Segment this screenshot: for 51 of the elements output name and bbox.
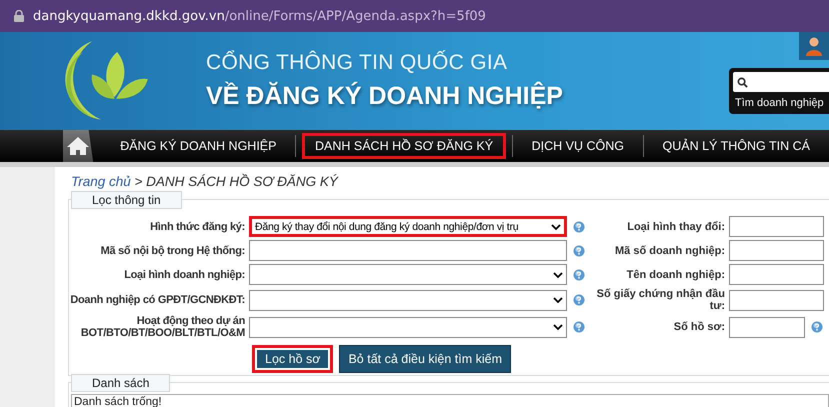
breadcrumb-current: > DANH SÁCH HỒ SƠ ĐĂNG KÝ [134, 174, 338, 189]
help-icon[interactable] [573, 268, 585, 280]
nav-item[interactable]: ĐĂNG KÝ DOANH NGHIỆP [107, 133, 290, 159]
search-icon [737, 76, 748, 88]
help-icon[interactable] [811, 321, 823, 333]
text-field[interactable] [729, 264, 824, 285]
chevron-down-icon [553, 297, 563, 303]
field-label: Loại hình thay đổi: [626, 220, 726, 232]
filter-legend: Lọc thông tin [71, 191, 182, 209]
help-icon[interactable] [573, 244, 585, 256]
field-label: Loại hình doanh nghiệp: [123, 268, 246, 280]
filter-button[interactable]: Bỏ tất cả điều kiện tìm kiếm [339, 345, 511, 373]
filter-button[interactable]: Lọc hồ sơ [252, 345, 334, 373]
field-label: Số hồ sơ: [672, 321, 726, 333]
help-icon[interactable] [573, 294, 585, 306]
address-bar[interactable]: dangkyquamang.dkkd.gov.vn/online/Forms/APP/Agenda.aspx?h=5f09 [0, 0, 829, 32]
lock-icon [14, 10, 24, 22]
help-icon[interactable] [573, 321, 585, 333]
field-label: Hoạt động theo dự án BOT/BTO/BT/BOO/BLT/BTL/O&M [80, 315, 246, 339]
field-label: Số giấy chứng nhận đầu tư: [596, 288, 726, 312]
user-avatar-icon[interactable] [799, 32, 829, 60]
field-label: Doanh nghiệp có GPĐT/GCNĐKĐT: [69, 294, 246, 306]
text-field[interactable] [729, 216, 824, 237]
dropdown-field[interactable]: Đăng ký thay đổi nội dung đăng ký doanh nghiệp/đơn vị trụ [249, 216, 567, 237]
field-label: Tên doanh nghiệp: [626, 268, 726, 280]
help-icon[interactable] [573, 220, 585, 232]
list-legend: Danh sách [71, 374, 170, 392]
dropdown-field[interactable] [249, 290, 567, 310]
text-field[interactable] [729, 240, 824, 261]
portal-title: VỀ ĐĂNG KÝ DOANH NGHIỆP [206, 82, 563, 111]
dropdown-field[interactable] [249, 316, 567, 338]
home-tab[interactable] [63, 130, 94, 162]
nav-item[interactable]: QUẢN LÝ THÔNG TIN CÁ [650, 133, 823, 159]
home-icon [66, 136, 90, 156]
chevron-down-icon [553, 324, 563, 330]
nav-item[interactable]: DỊCH VỤ CÔNG [518, 133, 637, 159]
nav-item[interactable]: DANH SÁCH HỒ SƠ ĐĂNG KÝ [302, 133, 506, 159]
field-label: Hình thức đăng ký: [149, 220, 246, 232]
chevron-down-icon [553, 272, 563, 278]
chevron-down-icon [551, 224, 561, 230]
dropdown-field[interactable] [249, 264, 567, 285]
breadcrumb-link[interactable]: Trang chủ [71, 174, 131, 189]
portal-subtitle: CỔNG THÔNG TIN QUỐC GIA [206, 51, 508, 75]
text-field[interactable] [729, 316, 805, 338]
search-field[interactable] [733, 72, 829, 92]
text-field[interactable] [249, 240, 567, 261]
field-label: Mã số doanh nghiệp: [614, 244, 726, 256]
url-path: /online/Forms/APP/Agenda.aspx?h=5f09 [224, 8, 486, 24]
url-domain: dangkyquamang.dkkd.gov.vn [33, 8, 225, 24]
text-field[interactable] [729, 290, 824, 310]
field-label: Mã số nội bộ trong Hệ thống: [100, 244, 246, 256]
